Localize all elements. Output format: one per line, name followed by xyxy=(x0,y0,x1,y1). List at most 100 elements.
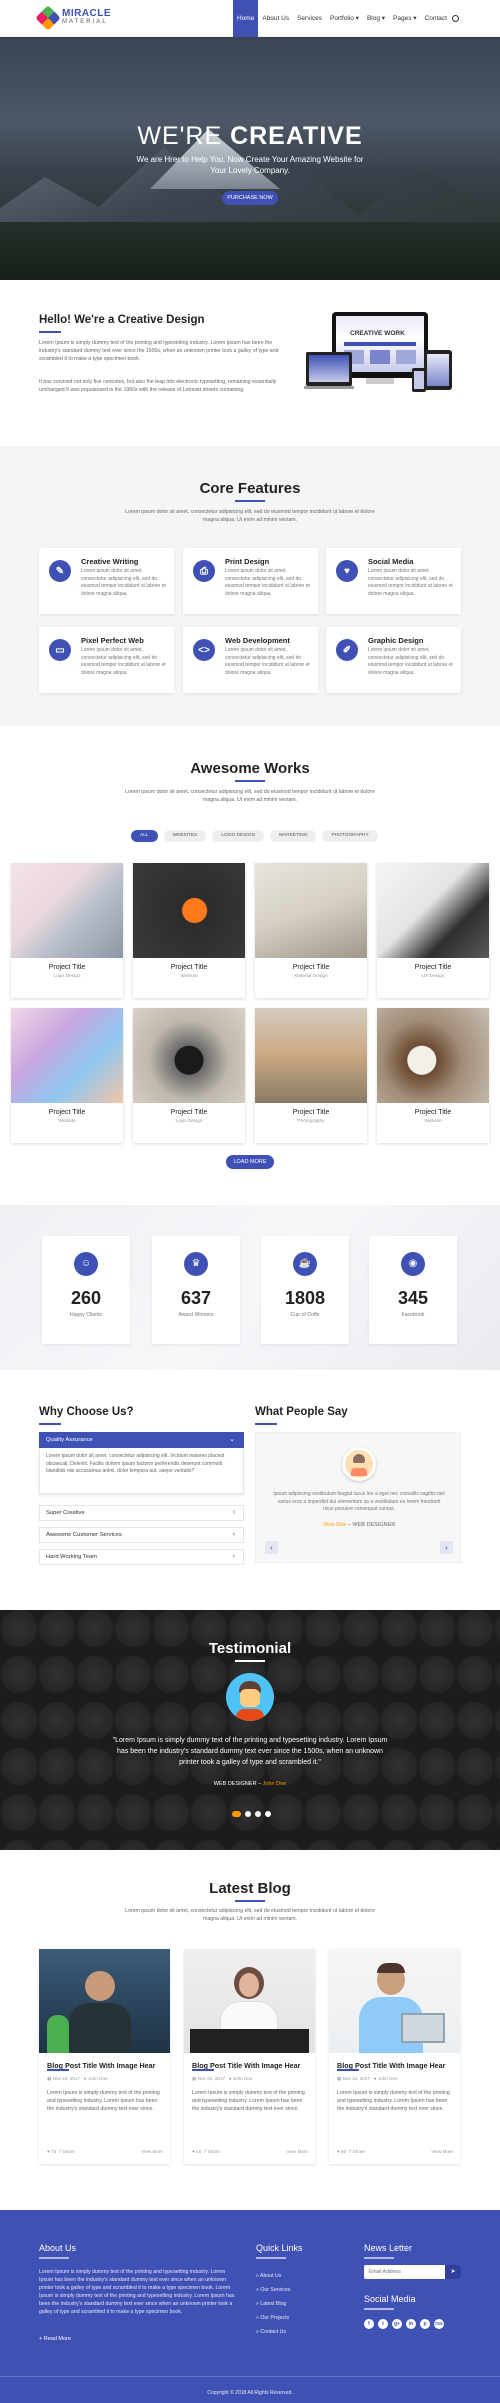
accordion-customer-services[interactable]: Awesome Customer Services › xyxy=(39,1527,244,1543)
counter-number: 345 xyxy=(397,1288,429,1308)
slider-dot[interactable] xyxy=(245,1811,251,1817)
portfolio-title: Project Title xyxy=(292,964,330,971)
portfolio-category: Website xyxy=(58,1119,76,1124)
blog-card[interactable]: Blog Post Title With Image Hear ▦ Nov 24… xyxy=(39,1949,170,2164)
google-plus-icon[interactable]: g+ xyxy=(392,2319,402,2329)
brand-name: MIRACLE xyxy=(62,8,112,19)
portfolio-item[interactable]: Project Title Photography xyxy=(255,1008,367,1143)
counter-card: ☕ 1808 Cup of Coffe xyxy=(261,1236,349,1344)
blog-card[interactable]: Blog Post Title With Image Hear ▦ Nov 24… xyxy=(329,1949,460,2164)
newsletter-email-field[interactable]: Email Address ➤ xyxy=(364,2265,461,2279)
brand-tag: MATERIAL xyxy=(62,19,108,25)
filter-all[interactable]: ALL xyxy=(131,830,158,842)
rss-icon[interactable]: rss xyxy=(434,2319,444,2329)
portfolio-item[interactable]: Project Title Website xyxy=(377,1008,489,1143)
logo[interactable]: MIRACLE MATERIAL xyxy=(35,5,112,31)
purchase-now-button[interactable]: PURCHASE NOW xyxy=(222,191,278,205)
send-icon[interactable]: ➤ xyxy=(445,2265,461,2279)
view-more-link[interactable]: View More xyxy=(141,2149,163,2154)
portfolio-item[interactable]: Project Title Website xyxy=(133,863,245,998)
counter-label: Cup of Coffe xyxy=(290,1312,320,1318)
newsletter-title: News Letter xyxy=(364,2243,413,2253)
blog-excerpt: Lorem Ipsum is simply dummy text of the … xyxy=(337,2090,450,2112)
hero-text: We are Hrer to Help You. Now Create Your… xyxy=(136,155,364,175)
nav-home[interactable]: Home xyxy=(233,0,259,37)
blog-share[interactable]: Share xyxy=(208,2149,220,2154)
nav-portfolio[interactable]: Portfolio ▾ xyxy=(326,0,363,37)
filter-websites[interactable]: WEBSITES xyxy=(163,830,207,842)
portfolio-item[interactable]: Project Title UX Design xyxy=(377,863,489,998)
twitter-icon[interactable]: t xyxy=(378,2319,388,2329)
footer-link-about[interactable]: » About Us xyxy=(256,2273,281,2279)
nav-blog[interactable]: Blog ▾ xyxy=(363,0,389,37)
arrow-right-icon[interactable]: › xyxy=(440,1541,453,1554)
portfolio-item[interactable]: Project Title Website xyxy=(11,1008,123,1143)
portfolio-item[interactable]: Project Title Material Design xyxy=(255,863,367,998)
linkedin-icon[interactable]: in xyxy=(406,2319,416,2329)
say-name: Jhon Doe xyxy=(322,1522,347,1528)
nav-about[interactable]: About Us xyxy=(258,0,293,37)
filter-logo-design[interactable]: LOGO DESIGN xyxy=(212,830,264,842)
portfolio-image xyxy=(255,863,367,958)
filter-marketing[interactable]: MARKETING xyxy=(269,830,317,842)
slider-dot[interactable] xyxy=(232,1811,241,1817)
nav-services[interactable]: Services xyxy=(293,0,326,37)
view-more-link[interactable]: View More xyxy=(286,2149,308,2154)
blog-footer: ♥ 60 ⤤ Share View More xyxy=(337,2149,453,2154)
portfolio-title: Project Title xyxy=(48,1109,86,1116)
accordion-quality-assurance[interactable]: Quality Assurance ⌄ xyxy=(39,1432,244,1448)
footer-link-contact[interactable]: » Contact Us xyxy=(256,2329,286,2335)
chevron-right-icon: › xyxy=(232,1553,235,1560)
testimonial-name: John Doe xyxy=(262,1781,287,1787)
feature-card[interactable]: ✐ Graphic Design Lorem ipsum dolor sit a… xyxy=(326,627,461,693)
blog-share[interactable]: Share xyxy=(353,2149,365,2154)
load-more-button[interactable]: LOAD MORE xyxy=(226,1155,274,1169)
arrow-left-icon[interactable]: ‹ xyxy=(265,1541,278,1554)
title-underline xyxy=(364,2257,394,2259)
blog-card[interactable]: Blog Post Title With Image Hear ▦ Nov 24… xyxy=(184,1949,315,2164)
portfolio-image xyxy=(377,863,489,958)
slider-dot[interactable] xyxy=(255,1811,261,1817)
search-icon[interactable] xyxy=(452,15,459,22)
testimonial-role: WEB DESIGNER – xyxy=(213,1781,263,1787)
portfolio-item[interactable]: Project Title Logo Design xyxy=(133,1008,245,1143)
title-underline xyxy=(235,1660,265,1662)
blog-description: Lorem ipsum dolor sit amet, consectetur … xyxy=(125,1908,375,1922)
portfolio-title: Project Title xyxy=(170,1109,208,1116)
accordion-hard-working[interactable]: Hard Working Team › xyxy=(39,1549,244,1565)
blog-likes: 75 xyxy=(51,2149,57,2154)
camera-icon: ◉ xyxy=(401,1252,425,1276)
chevron-right-icon: › xyxy=(232,1509,235,1516)
title-underline xyxy=(192,2069,214,2071)
feature-card[interactable]: ✎ Creative Writing Lorem ipsum dolor sit… xyxy=(39,548,174,614)
filter-photography[interactable]: PHOTOGRAPHY xyxy=(322,830,378,842)
features-title: Core Features xyxy=(199,480,301,497)
accordion-super-creative[interactable]: Super Creative › xyxy=(39,1505,244,1521)
read-more-link[interactable]: + Read More xyxy=(39,2336,71,2342)
accordion-label: Awesome Customer Services xyxy=(46,1532,122,1538)
portfolio-category: Website xyxy=(180,974,198,979)
pinterest-icon[interactable]: p xyxy=(420,2319,430,2329)
footer-link-services[interactable]: » Our Services xyxy=(256,2287,290,2293)
feature-card[interactable]: ♥ Social Media Lorem ipsum dolor sit ame… xyxy=(326,548,461,614)
blog-author: John Doe xyxy=(377,2076,398,2081)
portfolio-image xyxy=(377,1008,489,1103)
slider-dot[interactable] xyxy=(265,1811,271,1817)
facebook-icon[interactable]: f xyxy=(364,2319,374,2329)
view-more-link[interactable]: View More xyxy=(431,2149,453,2154)
portfolio-item[interactable]: Project Title Logo Design xyxy=(11,863,123,998)
blog-share[interactable]: Share xyxy=(63,2149,75,2154)
feature-card[interactable]: ⎙ Print Design Lorem ipsum dolor sit ame… xyxy=(183,548,318,614)
nav-pages[interactable]: Pages ▾ xyxy=(389,0,421,37)
chevron-right-icon: › xyxy=(232,1531,235,1538)
works-title: Awesome Works xyxy=(190,760,310,777)
footer-link-blog[interactable]: » Latest Blog xyxy=(256,2301,286,2307)
counter-number: 637 xyxy=(180,1288,212,1308)
nav-contact[interactable]: Contact xyxy=(421,0,451,37)
blog-likes: 60 xyxy=(341,2149,347,2154)
footer-link-projects[interactable]: » Our Projects xyxy=(256,2315,289,2321)
people-say-box: Ipsum adipiscing vestibulum feugiat lacu… xyxy=(255,1432,461,1563)
feature-card[interactable]: <> Web Development Lorem ipsum dolor sit… xyxy=(183,627,318,693)
feature-card[interactable]: ▭ Pixel Perfect Web Lorem ipsum dolor si… xyxy=(39,627,174,693)
blog-image xyxy=(39,1949,170,2053)
